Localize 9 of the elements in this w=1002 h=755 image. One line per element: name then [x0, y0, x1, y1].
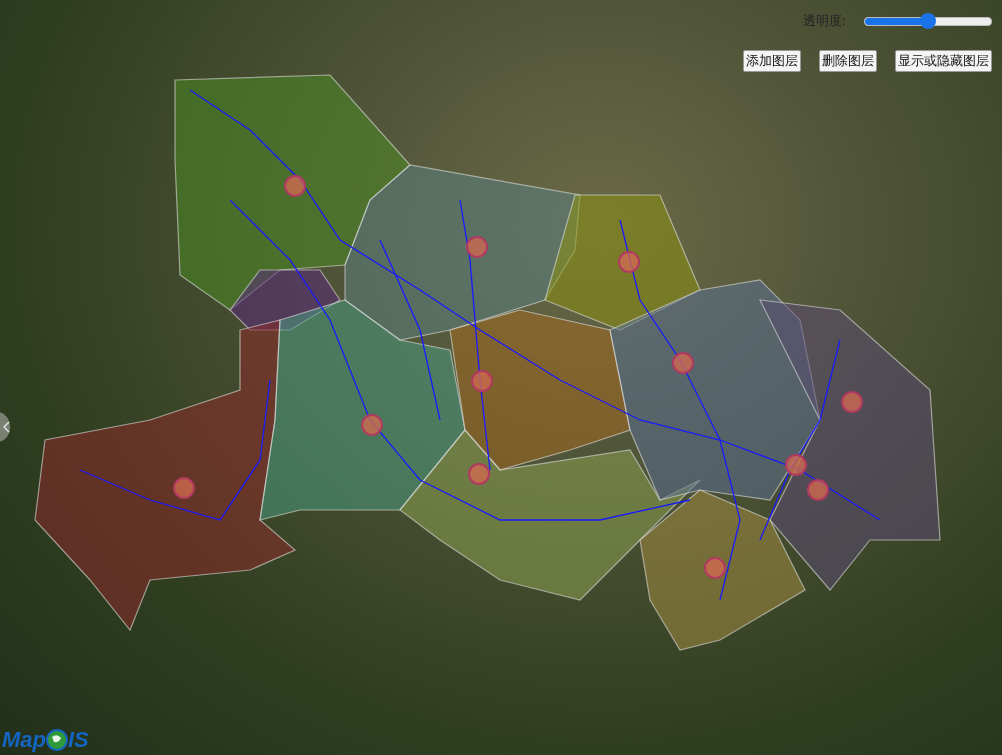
- logo-text: IS: [68, 727, 89, 753]
- layer-button[interactable]: 删除图层: [819, 50, 877, 72]
- layer-button[interactable]: 添加图层: [743, 50, 801, 72]
- logo-text: Map: [2, 727, 46, 753]
- layer-button[interactable]: 显示或隐藏图层: [895, 50, 992, 72]
- chevron-left-icon: [2, 421, 10, 433]
- globe-icon: [46, 729, 68, 751]
- opacity-slider[interactable]: [864, 16, 992, 26]
- slider-thumb[interactable]: [920, 12, 936, 29]
